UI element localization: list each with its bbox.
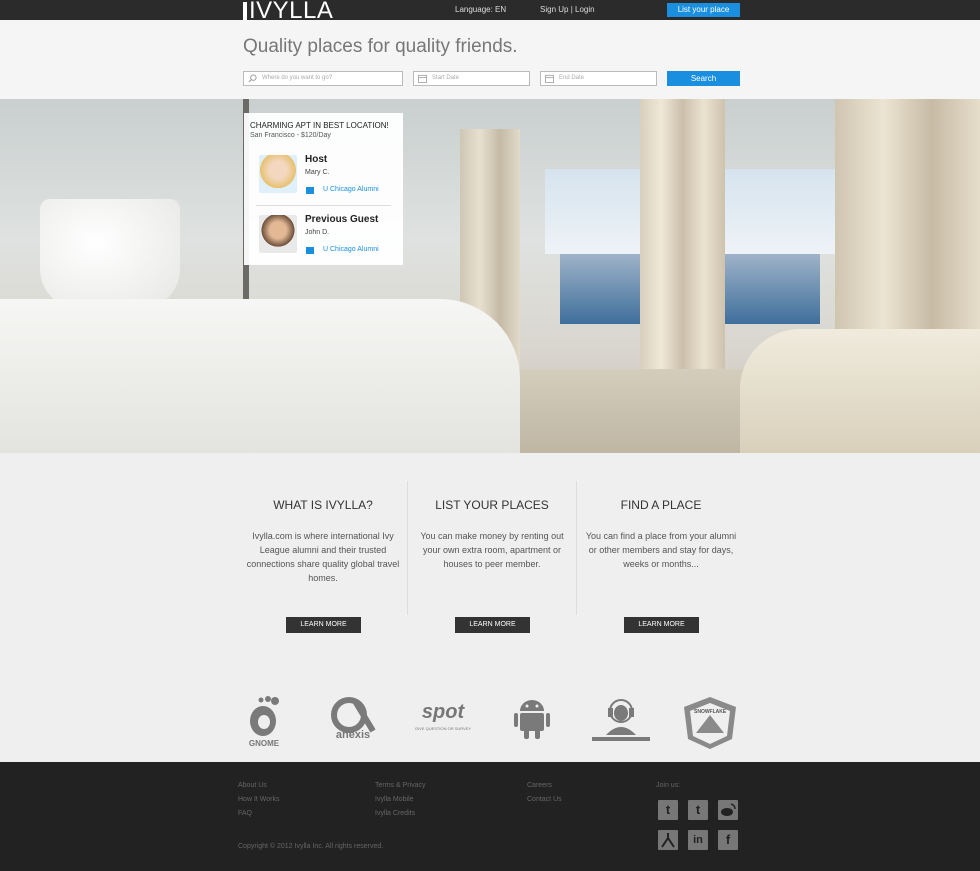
snowflake-ski-club-logo[interactable]: SNOWFLAKE SKI CLUB xyxy=(680,695,740,751)
guest-role: Previous Guest xyxy=(305,214,379,225)
footer-link-mobile[interactable]: Ivylla Mobile xyxy=(375,796,414,803)
listing-subtitle: San Francisco - $120/Day xyxy=(250,132,331,139)
gnome-foot-icon xyxy=(250,696,279,736)
host-role: Host xyxy=(305,154,328,165)
destination-input[interactable]: Where do you want to go? xyxy=(243,71,403,86)
spot-text: spot xyxy=(421,701,465,723)
search-area: Quality places for quality friends. Wher… xyxy=(0,20,980,99)
anexis-logo[interactable]: anexis xyxy=(327,695,379,751)
footer-link-contact[interactable]: Contact Us xyxy=(527,796,562,803)
calendar-icon xyxy=(545,74,554,83)
android-logo[interactable] xyxy=(512,695,552,751)
hero-curtain xyxy=(835,99,980,359)
learn-more-button[interactable]: LEARN MORE xyxy=(624,617,699,633)
spot-tagline: GIVE QUESTION OR SURVEY xyxy=(414,726,472,731)
snowflake-bottom-text: SKI CLUB xyxy=(698,735,722,741)
start-date-placeholder: Start Date xyxy=(432,75,460,81)
listing-title[interactable]: CHARMING APT IN BEST LOCATION! xyxy=(250,121,389,130)
school-icon xyxy=(306,187,314,194)
features-section: WHAT IS IVYLLA? Ivylla.com is where inte… xyxy=(0,453,980,663)
feature-title: FIND A PLACE xyxy=(620,498,702,512)
start-date-input[interactable]: Start Date xyxy=(413,71,530,86)
spot-logo[interactable]: spot GIVE QUESTION OR SURVEY xyxy=(414,695,472,751)
login-link[interactable]: Login xyxy=(575,5,595,14)
end-date-placeholder: End Date xyxy=(559,75,585,81)
destination-placeholder: Where do you want to go? xyxy=(262,75,333,81)
learn-more-button[interactable]: LEARN MORE xyxy=(455,617,530,633)
copyright: Copyright © 2012 Ivylla Inc. All rights … xyxy=(238,843,384,850)
host-avatar[interactable] xyxy=(259,155,297,193)
guest-name[interactable]: John D. xyxy=(305,229,329,236)
school-icon xyxy=(306,247,314,254)
linkedin-icon[interactable]: in xyxy=(688,830,708,850)
auth-separator: | xyxy=(570,5,573,14)
host-info: Host Mary C. U Chicago Alumni xyxy=(244,149,403,207)
twitter-icon[interactable]: t xyxy=(688,800,708,820)
hero-photo xyxy=(0,99,980,453)
feature-title: WHAT IS IVYLLA? xyxy=(273,498,373,512)
android-icon xyxy=(514,700,550,739)
feature-title: LIST YOUR PLACES xyxy=(435,498,549,512)
facebook-icon[interactable]: f xyxy=(718,830,738,850)
weibo-icon[interactable] xyxy=(718,800,738,820)
listing-card[interactable]: CHARMING APT IN BEST LOCATION! San Franc… xyxy=(244,113,403,265)
join-us-label: Join us: xyxy=(656,782,681,789)
search-button[interactable]: Search xyxy=(667,71,740,86)
hero-sofa xyxy=(740,329,980,453)
host-school[interactable]: U Chicago Alumni xyxy=(323,186,379,193)
dj-headphones-icon xyxy=(592,699,650,741)
top-nav-bar: IVYLLA Language: EN Sign Up | Login List… xyxy=(0,0,980,24)
gnome-logo[interactable]: GNOME xyxy=(243,695,285,751)
hero-lamp xyxy=(40,199,180,309)
snowflake-badge-icon xyxy=(684,697,736,749)
dj-logo[interactable] xyxy=(588,695,654,751)
renren-icon[interactable] xyxy=(658,830,678,850)
guest-avatar[interactable] xyxy=(259,215,297,253)
hero-bed xyxy=(0,299,520,453)
tumblr-icon[interactable]: t xyxy=(658,800,678,820)
footer-link-terms[interactable]: Terms & Privacy xyxy=(375,782,426,789)
feature-divider xyxy=(407,481,408,615)
footer: About Us How It Works FAQ Terms & Privac… xyxy=(0,762,980,871)
list-your-place-button[interactable]: List your place xyxy=(667,3,740,17)
guest-info: Previous Guest John D. U Chicago Alumni xyxy=(244,209,403,267)
feature-divider xyxy=(576,481,577,615)
tagline: Quality places for quality friends. xyxy=(243,36,518,57)
card-divider xyxy=(256,205,391,206)
feature-text: You can find a place from your alumni or… xyxy=(585,531,737,569)
host-name[interactable]: Mary C. xyxy=(305,169,330,176)
guest-school[interactable]: U Chicago Alumni xyxy=(323,246,379,253)
footer-link-how-it-works[interactable]: How It Works xyxy=(238,796,280,803)
language-selector[interactable]: Language: EN xyxy=(455,5,506,14)
feature-text: Ivylla.com is where international Ivy Le… xyxy=(246,531,400,583)
snowflake-top-text: SNOWFLAKE xyxy=(694,709,727,715)
hero-curtain xyxy=(640,99,725,399)
calendar-icon xyxy=(418,74,427,83)
footer-link-careers[interactable]: Careers xyxy=(527,782,552,789)
search-icon xyxy=(248,74,257,83)
feature-text: You can make money by renting out your o… xyxy=(420,531,564,569)
gnome-text: GNOME xyxy=(248,739,280,748)
end-date-input[interactable]: End Date xyxy=(540,71,657,86)
footer-link-about[interactable]: About Us xyxy=(238,782,267,789)
auth-links: Sign Up | Login xyxy=(540,5,595,14)
signup-link[interactable]: Sign Up xyxy=(540,5,568,14)
footer-link-faq[interactable]: FAQ xyxy=(238,810,252,817)
footer-link-credits[interactable]: Ivylla Credits xyxy=(375,810,415,817)
learn-more-button[interactable]: LEARN MORE xyxy=(286,617,361,633)
